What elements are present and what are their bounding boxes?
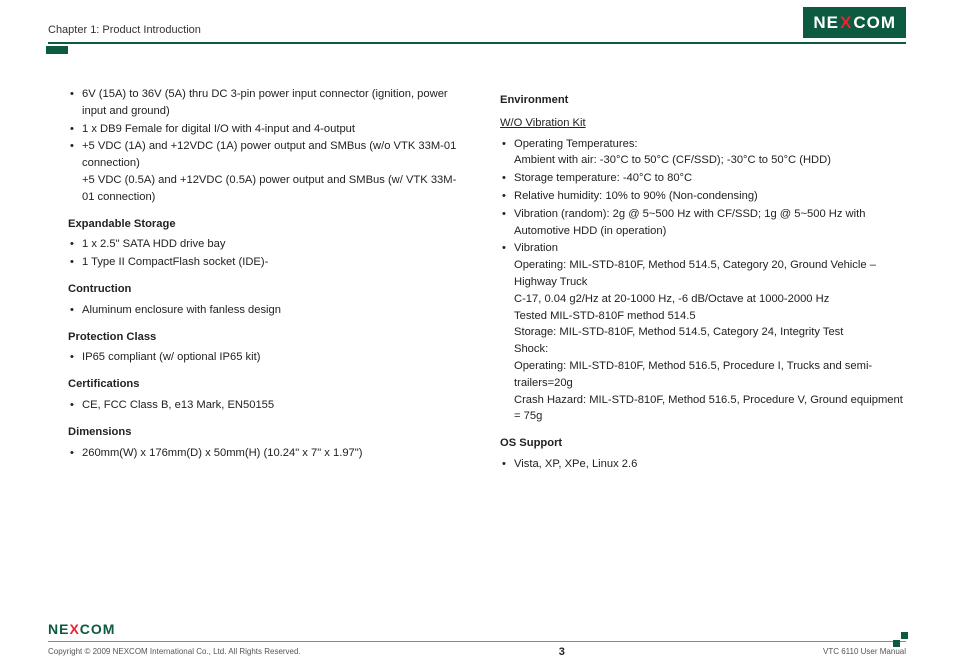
logo-header: NEXCOM <box>803 7 906 39</box>
dim-list: 260mm(W) x 176mm(D) x 50mm(H) (10.24" x … <box>68 445 468 462</box>
list-item: Operating Temperatures:Ambient with air:… <box>500 136 906 170</box>
list-item: 260mm(W) x 176mm(D) x 50mm(H) (10.24" x … <box>68 445 468 462</box>
list-item: VibrationOperating: MIL-STD-810F, Method… <box>500 240 906 425</box>
page-footer: NEXCOM Copyright © 2009 NEXCOM Internati… <box>48 619 906 661</box>
footer-rule <box>48 641 906 642</box>
logo-post: COM <box>853 10 896 36</box>
list-item: Vibration (random): 2g @ 5~500 Hz with C… <box>500 206 906 240</box>
heading-dimensions: Dimensions <box>68 424 468 441</box>
list-item: 1 x DB9 Female for digital I/O with 4-in… <box>68 121 468 138</box>
protection-list: IP65 compliant (w/ optional IP65 kit) <box>68 349 468 366</box>
tab-marker <box>46 46 68 54</box>
os-list: Vista, XP, XPe, Linux 2.6 <box>500 456 906 473</box>
page-number: 3 <box>559 644 565 661</box>
logo-x: X <box>840 10 852 36</box>
manual-name: VTC 6110 User Manual <box>823 646 906 658</box>
list-item: 1 Type II CompactFlash socket (IDE)- <box>68 254 468 271</box>
construction-list: Aluminum enclosure with fanless design <box>68 302 468 319</box>
top-list: 6V (15A) to 36V (5A) thru DC 3-pin power… <box>68 86 468 206</box>
heading-environment: Environment <box>500 92 906 109</box>
cert-list: CE, FCC Class B, e13 Mark, EN50155 <box>68 397 468 414</box>
heading-os-support: OS Support <box>500 435 906 452</box>
list-item: IP65 compliant (w/ optional IP65 kit) <box>68 349 468 366</box>
list-item: +5 VDC (1A) and +12VDC (1A) power output… <box>68 138 468 205</box>
heading-certifications: Certifications <box>68 376 468 393</box>
subheading-wo-vibration: W/O Vibration Kit <box>500 115 586 132</box>
page-header: Chapter 1: Product Introduction NEXCOM <box>0 0 954 38</box>
content: 6V (15A) to 36V (5A) thru DC 3-pin power… <box>0 44 954 483</box>
logo-x: X <box>69 619 79 640</box>
list-item: 1 x 2.5" SATA HDD drive bay <box>68 236 468 253</box>
list-item: Relative humidity: 10% to 90% (Non-conde… <box>500 188 906 205</box>
logo-pre: NE <box>48 619 69 640</box>
list-item: Aluminum enclosure with fanless design <box>68 302 468 319</box>
list-item: CE, FCC Class B, e13 Mark, EN50155 <box>68 397 468 414</box>
heading-expandable-storage: Expandable Storage <box>68 216 468 233</box>
copyright: Copyright © 2009 NEXCOM International Co… <box>48 646 301 658</box>
left-column: 6V (15A) to 36V (5A) thru DC 3-pin power… <box>68 86 468 483</box>
footer-squares-icon <box>893 632 908 647</box>
logo-pre: NE <box>813 10 839 36</box>
heading-protection: Protection Class <box>68 329 468 346</box>
logo-footer: NEXCOM <box>48 619 115 640</box>
logo-post: COM <box>80 619 116 640</box>
chapter-title: Chapter 1: Product Introduction <box>48 22 201 39</box>
list-item: Vista, XP, XPe, Linux 2.6 <box>500 456 906 473</box>
heading-construction: Contruction <box>68 281 468 298</box>
list-item: Storage temperature: -40°C to 80°C <box>500 170 906 187</box>
env-list: Operating Temperatures:Ambient with air:… <box>500 136 906 426</box>
right-column: Environment W/O Vibration Kit Operating … <box>500 86 906 483</box>
list-item: 6V (15A) to 36V (5A) thru DC 3-pin power… <box>68 86 468 120</box>
expandable-list: 1 x 2.5" SATA HDD drive bay 1 Type II Co… <box>68 236 468 271</box>
